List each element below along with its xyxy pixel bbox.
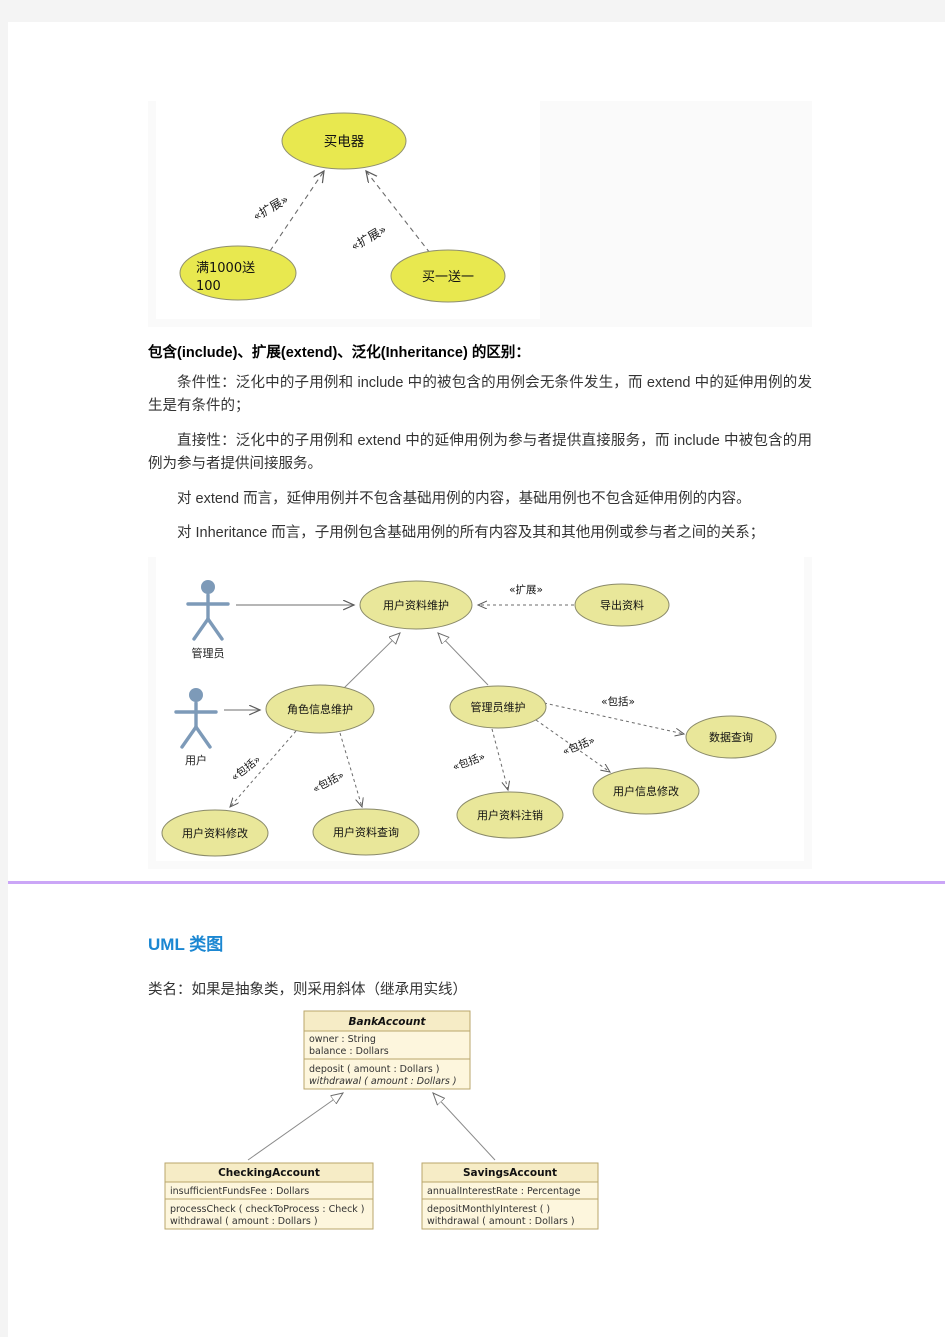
usecase-system-figure: 管理员 用户 «扩展» «包括» «包括» «包括» «包括» «包括» 用户资… — [148, 556, 812, 869]
section-diff-paragraph-3: 对 extend 而言，延伸用例并不包含基础用例的内容，基础用例也不包含延伸用例… — [177, 490, 751, 507]
class-name-bankaccount: BankAccount — [349, 1016, 427, 1028]
article-content: «扩展» «扩展» 买电器 满1000送 100 买一送一 包含(include… — [148, 101, 812, 869]
actor-admin-label: 管理员 — [192, 646, 225, 660]
usecase-node-buy-label: 买电器 — [324, 134, 365, 150]
actor-admin — [186, 579, 230, 641]
include-adminmaint-profileclose-label: «包括» — [451, 750, 487, 774]
usecase-node-full-discount-label-line2: 100 — [196, 279, 221, 294]
usecase-system-svg: 管理员 用户 «扩展» «包括» «包括» «包括» «包括» «包括» 用户资… — [161, 579, 777, 857]
class-method-bankaccount-1: withdrawal ( amount : Dollars ) — [309, 1076, 457, 1087]
usecase-node-profile-close-label: 用户资料注销 — [477, 808, 543, 822]
section-diff-paragraph-4: 对 Inheritance 而言，子用例包含基础用例的所有内容及其和其他用例或参… — [177, 525, 765, 542]
usecase-extend-svg: «扩展» «扩展» 买电器 满1000送 100 买一送一 — [179, 112, 506, 303]
class-attr-bankaccount-1: balance : Dollars — [309, 1046, 389, 1057]
class-diagram-svg: BankAccount owner : String balance : Dol… — [164, 1010, 599, 1230]
generalize-role-profile — [343, 633, 400, 689]
extend-label-2: «扩展» — [349, 222, 390, 253]
usecase-extend-figure: «扩展» «扩展» 买电器 满1000送 100 买一送一 — [148, 101, 812, 327]
include-adminmaint-dataquery-label: «包括» — [601, 695, 635, 708]
class-method-savingsaccount-1: withdrawal ( amount : Dollars ) — [427, 1216, 575, 1227]
class-method-savingsaccount-0: depositMonthlyInterest ( ) — [427, 1204, 550, 1215]
usecase-node-data-query-label: 数据查询 — [709, 730, 753, 744]
section-diff-paragraph-1: 条件性：泛化中的子用例和 include 中的被包含的用例会无条件发生，而 ex… — [148, 375, 812, 415]
inheritance-savings-bank — [433, 1093, 496, 1161]
actor-user — [174, 687, 218, 749]
uml-class-heading: UML 类图 — [148, 930, 828, 955]
usecase-node-profile-maint-label: 用户资料维护 — [383, 598, 449, 612]
usecase-node-bogo-label: 买一送一 — [422, 270, 474, 285]
usecase-node-export-label: 导出资料 — [600, 598, 644, 612]
include-adminmaint-userinfoedit-label: «包括» — [561, 733, 597, 758]
section-divider — [8, 881, 945, 884]
document-page: «扩展» «扩展» 买电器 满1000送 100 买一送一 包含(include… — [8, 22, 945, 1337]
usecase-node-role-maint-label: 角色信息维护 — [287, 702, 353, 716]
uml-class-heading-latin: UML — [148, 935, 185, 954]
include-role-profilequery-label: «包括» — [310, 768, 346, 795]
include-role-profilequery — [339, 732, 362, 807]
usecase-node-profile-edit-label: 用户资料修改 — [182, 826, 248, 840]
class-method-checkingaccount-1: withdrawal ( amount : Dollars ) — [170, 1216, 318, 1227]
class-box-savingsaccount: SavingsAccount annualInterestRate : Perc… — [421, 1162, 599, 1230]
generalize-adminmaint-profile — [438, 633, 489, 686]
class-box-checkingaccount: CheckingAccount insufficientFundsFee : D… — [164, 1162, 374, 1230]
extend-label-1: «扩展» — [251, 192, 292, 223]
usecase-node-admin-maint-label: 管理员维护 — [471, 700, 526, 714]
class-name-checkingaccount: CheckingAccount — [218, 1167, 320, 1179]
usecase-node-profile-query-label: 用户资料查询 — [333, 825, 399, 839]
class-method-checkingaccount-0: processCheck ( checkToProcess : Check ) — [170, 1204, 365, 1215]
class-method-bankaccount-0: deposit ( amount : Dollars ) — [309, 1064, 439, 1075]
class-box-bankaccount: BankAccount owner : String balance : Dol… — [303, 1010, 471, 1090]
section-diff-heading: 包含(include)、扩展(extend)、泛化(Inheritance) 的… — [148, 345, 530, 361]
class-name-savingsaccount: SavingsAccount — [463, 1167, 557, 1179]
extend-export-label: «扩展» — [509, 583, 543, 596]
usecase-node-user-info-edit-label: 用户信息修改 — [613, 784, 679, 798]
class-attr-savingsaccount-0: annualInterestRate : Percentage — [427, 1186, 581, 1197]
include-adminmaint-profileclose — [491, 728, 508, 790]
inheritance-checking-bank — [247, 1093, 343, 1161]
class-attr-checkingaccount-0: insufficientFundsFee : Dollars — [170, 1186, 309, 1197]
section-diff-paragraph-2: 直接性：泛化中的子用例和 extend 中的延伸用例为参与者提供直接服务，而 i… — [148, 432, 812, 473]
class-attr-bankaccount-0: owner : String — [309, 1034, 376, 1045]
uml-class-heading-cn: 类图 — [184, 935, 224, 954]
usecase-node-full-discount-label-line1: 满1000送 — [196, 261, 255, 276]
include-role-profileedit-label: «包括» — [229, 753, 264, 784]
actor-user-label: 用户 — [185, 753, 207, 767]
